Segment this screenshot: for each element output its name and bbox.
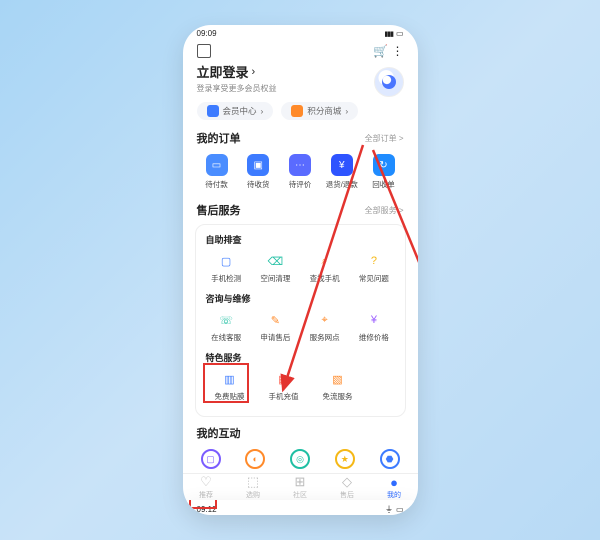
- bag-icon: ⬚: [247, 474, 259, 490]
- aftersale-header: 售后服务 全部服务 >: [183, 200, 418, 220]
- order-pending-ship[interactable]: ▣待收货: [240, 154, 276, 190]
- repair-price[interactable]: ¥维修价格: [352, 311, 396, 343]
- consult-grid: ☏在线客服 ✎申请售后 ⌖服务网点 ¥维修价格: [202, 309, 399, 349]
- price-icon: ¥: [365, 311, 383, 329]
- tab-recommend[interactable]: ♡推荐: [199, 474, 213, 500]
- phone-icon: ▢: [217, 252, 235, 270]
- avatar[interactable]: [374, 67, 404, 97]
- faq[interactable]: ?常见问题: [352, 252, 396, 284]
- order-recycle[interactable]: ↻回收单: [366, 154, 402, 190]
- find-phone[interactable]: ⌕查找手机: [303, 252, 347, 284]
- login-title: 立即登录: [197, 62, 249, 81]
- status-bar: 09:09 ▮▮▮▭: [183, 25, 418, 38]
- consult-title: 咨询与维修: [202, 290, 399, 309]
- status-time: 09:12: [197, 505, 217, 514]
- selfcheck-grid: ▢手机检测 ⌫空间清理 ⌕查找手机 ?常见问题: [202, 250, 399, 290]
- tab-mine[interactable]: ●我的: [387, 475, 401, 500]
- chip-5[interactable]: ⬣: [380, 449, 400, 469]
- film-icon: ▥: [221, 370, 239, 388]
- chip-2[interactable]: ◐: [245, 449, 265, 469]
- chip-4[interactable]: ★: [335, 449, 355, 469]
- interact-title: 我的互动: [197, 425, 241, 441]
- tab-community[interactable]: ⊞社区: [293, 474, 307, 500]
- chip-3[interactable]: ◎: [290, 449, 310, 469]
- order-pending-pay[interactable]: ▭待付款: [199, 154, 235, 190]
- special-grid: ▥免费贴膜 ▦手机充值 ▧免流服务: [202, 368, 399, 408]
- free-traffic[interactable]: ▧免流服务: [316, 370, 360, 402]
- interact-header: 我的互动: [183, 423, 418, 443]
- phone-recharge[interactable]: ▦手机充值: [262, 370, 306, 402]
- status-bar: 09:12 ⏚▭: [183, 500, 418, 515]
- status-icons: ▮▮▮▭: [384, 29, 403, 38]
- question-icon: ?: [365, 252, 383, 270]
- broom-icon: ⌫: [266, 252, 284, 270]
- shield-icon: ◇: [342, 474, 352, 490]
- user-icon: ●: [390, 475, 398, 490]
- cart-icon[interactable]: 🛒 ⋮: [373, 44, 403, 58]
- wallet-icon: ▭: [206, 154, 228, 176]
- online-service[interactable]: ☏在线客服: [204, 311, 248, 343]
- free-film[interactable]: ▥免费贴膜: [208, 370, 252, 402]
- interact-row: ▢ ◐ ◎ ★ ⬣: [183, 443, 418, 473]
- special-title: 特色服务: [202, 349, 399, 368]
- order-refund[interactable]: ¥退货/退款: [324, 154, 360, 190]
- space-clean[interactable]: ⌫空间清理: [253, 252, 297, 284]
- orders-header: 我的订单 全部订单 >: [183, 128, 418, 148]
- pill-member[interactable]: 会员中心›: [197, 102, 274, 120]
- order-pending-review[interactable]: ⋯待评价: [282, 154, 318, 190]
- pill-row: 会员中心› 积分商城›: [183, 98, 418, 128]
- apply-aftersale[interactable]: ✎申请售后: [253, 311, 297, 343]
- aftersale-card: 自助排查 ▢手机检测 ⌫空间清理 ⌕查找手机 ?常见问题 咨询与维修 ☏在线客服…: [195, 224, 406, 417]
- form-icon: ✎: [266, 311, 284, 329]
- bottom-nav: ♡推荐 ⬚选购 ⊞社区 ◇售后 ●我的: [183, 473, 418, 500]
- location-icon: ⌖: [316, 311, 334, 329]
- headset-icon: ☏: [217, 311, 235, 329]
- pill-points[interactable]: 积分商城›: [281, 102, 358, 120]
- traffic-icon: ▧: [329, 370, 347, 388]
- grid-icon: ⊞: [295, 474, 306, 490]
- chat-icon: ⋯: [289, 154, 311, 176]
- refund-icon: ¥: [331, 154, 353, 176]
- phone-left: 09:09 ▮▮▮▭ 🛒 ⋮ 立即登录 › 登录享受更多会员权益 会员中心› 积…: [183, 25, 418, 515]
- phone-right: 09:12 ⏚▭ 〈 ••• 09:11 Hi，亲爱的V粉，新年快乐！有什么问题…: [183, 500, 418, 515]
- aftersale-more[interactable]: 全部服务 >: [365, 205, 404, 216]
- phone-check[interactable]: ▢手机检测: [204, 252, 248, 284]
- orders-more[interactable]: 全部订单 >: [365, 133, 404, 144]
- orders-row: ▭待付款 ▣待收货 ⋯待评价 ¥退货/退款 ↻回收单: [183, 148, 418, 200]
- settings-icon[interactable]: [197, 44, 211, 58]
- box-icon: ▣: [247, 154, 269, 176]
- tab-shop[interactable]: ⬚选购: [246, 474, 260, 500]
- status-icons: ⏚▭: [385, 504, 404, 515]
- recycle-icon: ↻: [373, 154, 395, 176]
- diamond-icon: [207, 105, 219, 117]
- tab-service[interactable]: ◇售后: [340, 474, 354, 500]
- chevron-right-icon: ›: [252, 66, 256, 78]
- coin-icon: [291, 105, 303, 117]
- heart-icon: ♡: [200, 474, 212, 490]
- search-icon: ⌕: [316, 252, 334, 270]
- service-point[interactable]: ⌖服务网点: [303, 311, 347, 343]
- orders-title: 我的订单: [197, 130, 241, 146]
- status-time: 09:09: [197, 29, 217, 38]
- aftersale-title: 售后服务: [197, 202, 241, 218]
- recharge-icon: ▦: [275, 370, 293, 388]
- selfcheck-title: 自助排查: [202, 231, 399, 250]
- top-bar: 🛒 ⋮: [183, 38, 418, 60]
- chip-1[interactable]: ▢: [201, 449, 221, 469]
